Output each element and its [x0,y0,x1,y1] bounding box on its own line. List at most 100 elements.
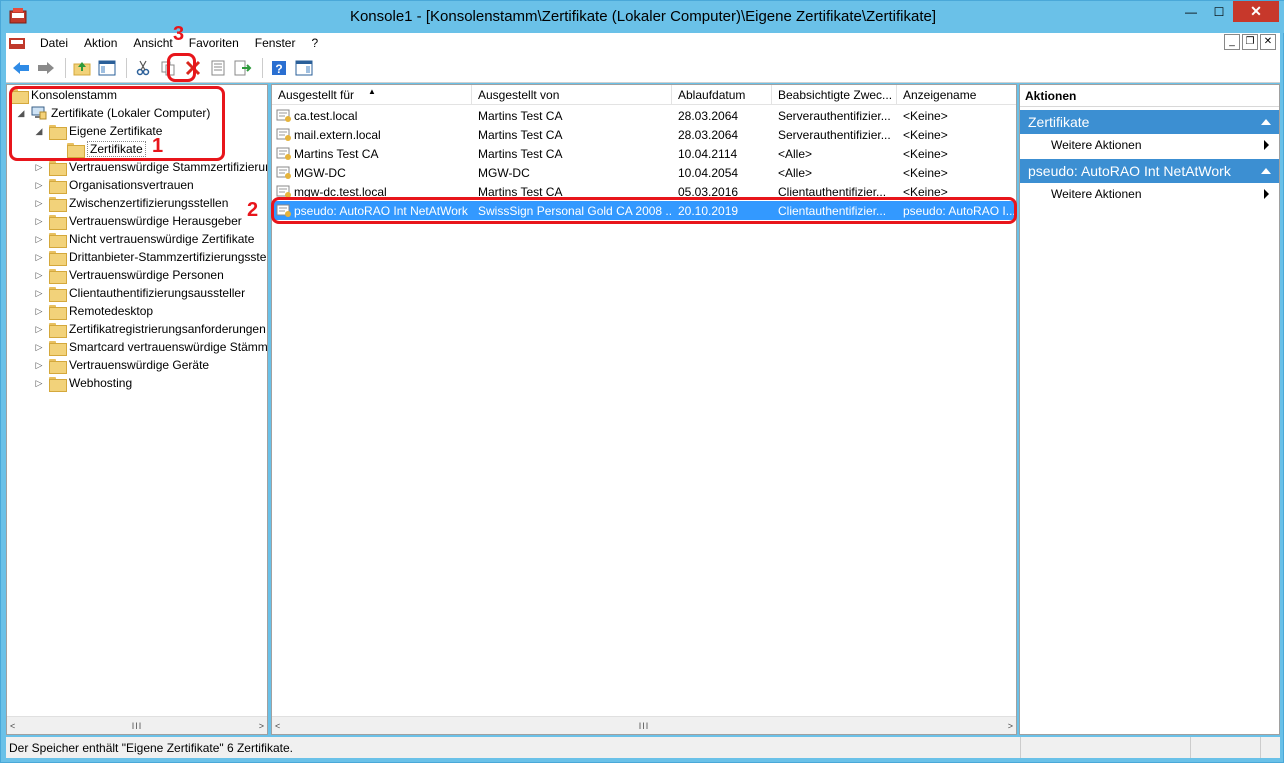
certificate-row-selected[interactable]: pseudo: AutoRAO Int NetAtWork SwissSign … [272,201,1016,220]
certificate-row[interactable]: Martins Test CA Martins Test CA 10.04.21… [272,144,1016,163]
collapsed-arrow-icon[interactable]: ▷ [33,342,45,353]
column-header-ausgestellt-von[interactable]: Ausgestellt von [472,85,672,105]
tree-node-folder[interactable]: ▷ Smartcard vertrauenswürdige Stämme [33,338,267,356]
scroll-thumb-grip-icon[interactable]: III [132,721,143,731]
tree-node-konsolenstamm[interactable]: Konsolenstamm [11,86,117,104]
collapse-arrow-icon[interactable] [1261,119,1271,125]
cut-button[interactable] [132,57,154,79]
collapsed-arrow-icon[interactable]: ▷ [33,378,45,389]
tree-horizontal-scrollbar[interactable]: < III > [7,716,267,734]
collapsed-arrow-icon[interactable]: ▷ [33,324,45,335]
scroll-left-icon[interactable]: < [275,721,280,731]
action-weitere-aktionen[interactable]: Weitere Aktionen [1020,183,1279,205]
tree-node-folder[interactable]: ▷ Vertrauenswürdige Personen [33,266,224,284]
console-tree-pane[interactable]: Konsolenstamm ◢ Zertifikate (Lokaler Com… [6,84,268,735]
up-one-level-button[interactable] [71,57,93,79]
scroll-thumb-grip-icon[interactable]: III [639,721,650,731]
action-weitere-aktionen[interactable]: Weitere Aktionen [1020,134,1279,156]
collapsed-arrow-icon[interactable]: ▷ [33,234,45,245]
collapsed-arrow-icon[interactable]: ▷ [33,198,45,209]
tree-node-label: Remotedesktop [69,304,154,318]
tree-node-folder[interactable]: ▷ Zertifikatregistrierungsanforderungen [33,320,266,338]
properties-button[interactable] [207,57,229,79]
collapsed-arrow-icon[interactable]: ▷ [33,162,45,173]
copy-button[interactable] [157,57,179,79]
column-header-ausgestellt-fuer[interactable]: Ausgestellt für ▲ [272,85,472,105]
menu-help[interactable]: ? [303,36,326,50]
tree-node-zertifikate[interactable]: Zertifikate [67,140,146,158]
tree-node-folder[interactable]: ▷ Zwischenzertifizierungsstellen [33,194,228,212]
action-label: Weitere Aktionen [1051,187,1142,201]
collapsed-arrow-icon[interactable]: ▷ [33,180,45,191]
tree-node-folder[interactable]: ▷ Nicht vertrauenswürdige Zertifikate [33,230,254,248]
cell-text: Martins Test CA [294,146,379,161]
certificate-list-pane[interactable]: Ausgestellt für ▲ Ausgestellt von Ablauf… [271,84,1017,735]
tree-node-folder[interactable]: ▷ Vertrauenswürdige Geräte [33,356,209,374]
delete-button[interactable] [182,57,204,79]
certificate-icon [276,128,291,141]
column-header-anzeigename[interactable]: Anzeigename [897,85,1016,105]
console-menu-icon[interactable] [8,35,26,51]
tree-node-folder[interactable]: ▷ Drittanbieter-Stammzertifizierungsstel… [33,248,267,266]
close-button[interactable]: ✕ [1233,1,1279,22]
cell-expiration: 10.04.2054 [678,165,739,180]
tree-node-folder[interactable]: ▷ Vertrauenswürdige Stammzertifizierungs… [33,158,267,176]
tree-node-folder[interactable]: ▷ Clientauthentifizierungsaussteller [33,284,245,302]
column-header-ablaufdatum[interactable]: Ablaufdatum [672,85,772,105]
menu-aktion[interactable]: Aktion [76,36,125,50]
tree-node-folder[interactable]: ▷ Organisationsvertrauen [33,176,194,194]
scroll-right-icon[interactable]: > [259,721,264,731]
back-button[interactable] [10,57,32,79]
mdi-restore-button[interactable]: ❐ [1242,34,1258,50]
cell-text: pseudo: AutoRAO Int NetAtWork [294,203,468,218]
collapsed-arrow-icon[interactable]: ▷ [33,306,45,317]
list-horizontal-scrollbar[interactable]: < III > [272,716,1016,734]
column-header-label: Anzeigename [903,88,977,102]
expanded-arrow-icon[interactable]: ◢ [15,108,27,119]
minimize-button[interactable]: — [1177,1,1205,22]
export-list-icon [234,60,252,75]
mdi-minimize-button[interactable]: _ [1224,34,1240,50]
show-hide-tree-button[interactable] [96,57,118,79]
menu-fenster[interactable]: Fenster [247,36,304,50]
certificate-row[interactable]: mgw-dc.test.local Martins Test CA 05.03.… [272,182,1016,201]
export-list-button[interactable] [232,57,254,79]
certificate-row[interactable]: MGW-DC MGW-DC 10.04.2054 <Alle> <Keine> [272,163,1016,182]
cell-issued-by: Martins Test CA [478,127,563,142]
collapse-arrow-icon[interactable] [1261,168,1271,174]
tree-node-eigene-zertifikate[interactable]: ◢ Eigene Zertifikate [33,122,162,140]
actions-header: Aktionen [1020,85,1279,107]
column-header-beabsichtigte-zwecke[interactable]: Beabsichtigte Zwec... [772,85,897,105]
tree-node-label: Zwischenzertifizierungsstellen [69,196,229,210]
certificate-row[interactable]: ca.test.local Martins Test CA 28.03.2064… [272,106,1016,125]
window-title: Konsole1 - [Konsolenstamm\Zertifikate (L… [349,8,937,25]
scroll-left-icon[interactable]: < [10,721,15,731]
collapsed-arrow-icon[interactable]: ▷ [33,270,45,281]
maximize-button[interactable]: ☐ [1205,1,1233,22]
tree-node-folder[interactable]: ▷ Vertrauenswürdige Herausgeber [33,212,242,230]
expanded-arrow-icon[interactable]: ◢ [33,126,45,137]
cell-expiration: 05.03.2016 [678,184,739,199]
tree-node-label: Nicht vertrauenswürdige Zertifikate [69,232,255,246]
actions-section-selected-item[interactable]: pseudo: AutoRAO Int NetAtWork [1020,159,1279,183]
toolbar: ? [6,53,1280,83]
tree-node-folder[interactable]: ▷ Remotedesktop [33,302,153,320]
show-hide-action-pane-button[interactable] [293,57,315,79]
forward-button[interactable] [35,57,57,79]
resize-grip-icon[interactable] [1261,737,1280,758]
collapsed-arrow-icon[interactable]: ▷ [33,288,45,299]
tree-node-zertifikate-lokaler-computer[interactable]: ◢ Zertifikate (Lokaler Computer) [15,104,211,122]
collapsed-arrow-icon[interactable]: ▷ [33,360,45,371]
actions-section-zertifikate[interactable]: Zertifikate [1020,110,1279,134]
scroll-right-icon[interactable]: > [1008,721,1013,731]
tree-node-folder[interactable]: ▷ Webhosting [33,374,132,392]
certificate-row[interactable]: mail.extern.local Martins Test CA 28.03.… [272,125,1016,144]
menu-datei[interactable]: Datei [32,36,76,50]
collapsed-arrow-icon[interactable]: ▷ [33,216,45,227]
mdi-close-button[interactable]: ✕ [1260,34,1276,50]
title-bar[interactable]: Konsole1 - [Konsolenstamm\Zertifikate (L… [1,1,1284,33]
collapsed-arrow-icon[interactable]: ▷ [33,252,45,263]
menu-favoriten[interactable]: Favoriten [181,36,247,50]
cell-issued-to: pseudo: AutoRAO Int NetAtWork [272,201,472,220]
help-button[interactable]: ? [268,57,290,79]
